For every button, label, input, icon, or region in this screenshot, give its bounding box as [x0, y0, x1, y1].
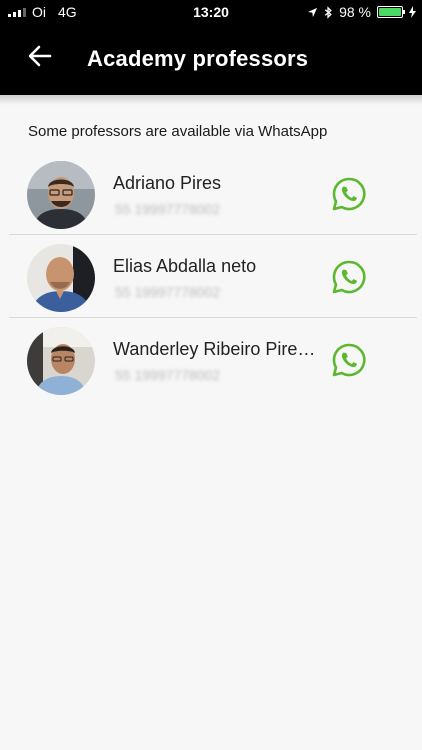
- professor-row[interactable]: Wanderley Ribeiro Pires... 55 1999777800…: [9, 318, 417, 400]
- professor-row[interactable]: Elias Abdalla neto 55 19997778002: [9, 235, 417, 318]
- professor-row[interactable]: Adriano Pires 55 19997778002: [9, 152, 417, 235]
- header-shadow: [0, 95, 422, 105]
- professor-phone: 55 19997778002: [115, 201, 221, 217]
- whatsapp-icon[interactable]: [331, 259, 367, 295]
- whatsapp-availability-note: Some professors are available via WhatsA…: [28, 123, 328, 140]
- professor-name: Adriano Pires: [113, 173, 222, 193]
- app-header: Academy professors: [0, 24, 422, 95]
- back-arrow-icon[interactable]: [24, 40, 56, 72]
- professor-list: Adriano Pires 55 19997778002 Elias Abdal…: [9, 152, 417, 400]
- avatar: [27, 244, 95, 312]
- bluetooth-icon: [324, 5, 332, 19]
- whatsapp-icon[interactable]: [331, 176, 367, 212]
- professor-phone: 55 19997778002: [115, 284, 221, 300]
- avatar: [27, 327, 95, 395]
- page-title: Academy professors: [87, 46, 309, 71]
- battery-icon: [377, 6, 405, 18]
- battery-percent: 98 %: [339, 4, 371, 20]
- professor-name: Elias Abdalla neto: [113, 256, 257, 276]
- status-bar: Oi 4G 13:20 98 %: [0, 0, 422, 24]
- charging-bolt-icon: [409, 6, 416, 18]
- avatar: [27, 161, 95, 229]
- top-bar: Oi 4G 13:20 98 % Academy professors: [0, 0, 422, 95]
- location-arrow-icon: [307, 7, 318, 17]
- whatsapp-icon[interactable]: [331, 342, 367, 378]
- professor-phone: 55 19997778002: [115, 367, 221, 383]
- professor-name: Wanderley Ribeiro Pires...: [113, 339, 319, 359]
